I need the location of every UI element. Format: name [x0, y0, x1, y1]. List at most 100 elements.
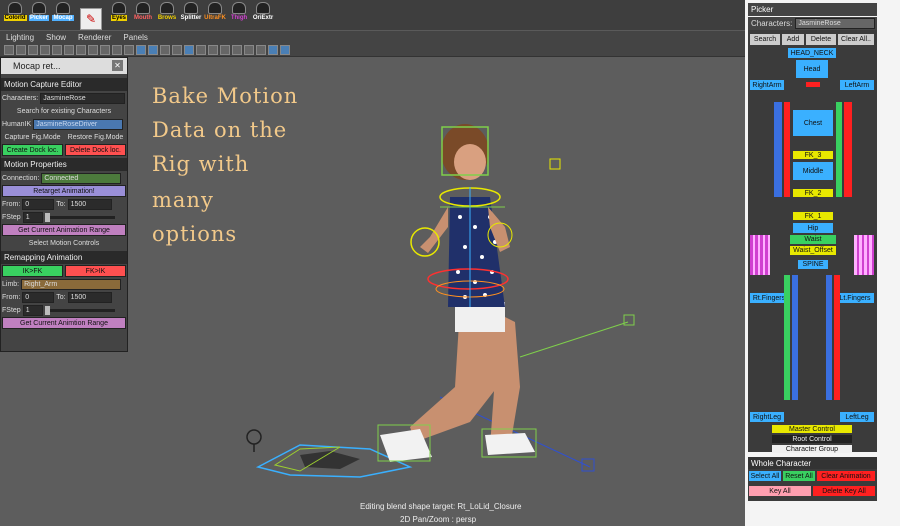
toolbar-icon[interactable]	[148, 44, 158, 55]
shelf-mocap-button[interactable]: Mocap	[52, 2, 74, 30]
ik-to-fk-button[interactable]: IK>FK	[2, 265, 63, 277]
create-dock-button[interactable]: Create Dock loc.	[2, 144, 63, 156]
shelf-ultrafk-button[interactable]: UltraFK	[204, 2, 226, 30]
toolbar-icon[interactable]	[16, 44, 26, 55]
toolbar-icon[interactable]	[52, 44, 62, 55]
toolbar-icon[interactable]	[28, 44, 38, 55]
picker-left-arm-fk[interactable]	[844, 102, 852, 197]
shelf-oriextr-button[interactable]: OriExtr	[252, 2, 274, 30]
toolbar-icon[interactable]	[112, 44, 122, 55]
picker-waist-offset-button[interactable]: Waist_Offset	[790, 246, 836, 255]
toolbar-icon[interactable]	[136, 44, 146, 55]
picker-head-button[interactable]: Head	[796, 60, 828, 78]
picker-left-leg-ik[interactable]	[834, 275, 840, 400]
toolbar-icon[interactable]	[88, 44, 98, 55]
picker-head-neck-button[interactable]: HEAD_NECK	[788, 48, 836, 58]
delete-key-all-button[interactable]: Delete Key All	[813, 486, 875, 496]
toolbar-icon[interactable]	[244, 44, 254, 55]
picker-fk2-button[interactable]: FK_2	[793, 189, 833, 197]
menu-show[interactable]: Show	[46, 33, 66, 42]
picker-hip-button[interactable]: Hip	[793, 223, 833, 233]
to-field[interactable]: 1500	[67, 198, 112, 210]
picker-clear-all-button[interactable]: Clear All..	[838, 34, 874, 45]
picker-middle-button[interactable]: Middle	[793, 162, 833, 180]
picker-fk1-button[interactable]: FK_1	[793, 212, 833, 220]
connection-dropdown[interactable]: Connected	[41, 172, 122, 184]
shelf-mouth-button[interactable]: Mouth	[132, 2, 154, 30]
toolbar-icon[interactable]	[232, 44, 242, 55]
toolbar-icon[interactable]	[76, 44, 86, 55]
picker-chest-button[interactable]: Chest	[793, 110, 833, 136]
humanik-field[interactable]: JasmineRoseDriver	[33, 118, 124, 130]
reset-all-button[interactable]: Reset All	[783, 471, 815, 481]
toolbar-icon[interactable]	[220, 44, 230, 55]
picker-root-control-button[interactable]: Root Control	[772, 435, 852, 443]
toolbar-icon[interactable]	[40, 44, 50, 55]
picker-delete-button[interactable]: Delete	[806, 34, 836, 45]
fstep-slider-handle-2[interactable]	[44, 305, 50, 315]
fk-to-ik-button[interactable]: FK>IK	[65, 265, 126, 277]
shelf-coloring-button[interactable]: ColorId	[3, 2, 27, 30]
menu-lighting[interactable]: Lighting	[6, 33, 34, 42]
picker-right-arm-ik[interactable]	[784, 102, 790, 197]
picker-left-arm-ik[interactable]	[836, 102, 842, 197]
toolbar-icon[interactable]	[4, 44, 14, 55]
fstep-slider-2[interactable]	[44, 305, 115, 315]
toolbar-icon[interactable]	[196, 44, 206, 55]
picker-master-control-button[interactable]: Master Control	[772, 425, 852, 433]
picker-left-fingers-grid[interactable]	[854, 235, 874, 275]
picker-spine-button[interactable]: SPINE	[798, 260, 828, 269]
picker-add-button[interactable]: Add	[782, 34, 804, 45]
tool-icon[interactable]: ✎	[80, 8, 102, 30]
restore-fig-mode-button[interactable]: Restore Fig.Mode	[65, 131, 126, 143]
get-animation-range-button-2[interactable]: Get Current Animtion Range	[2, 317, 126, 329]
delete-dock-button[interactable]: Delete Dock loc.	[65, 144, 126, 156]
toolbar-icon[interactable]	[208, 44, 218, 55]
picker-waist-button[interactable]: Waist	[790, 235, 836, 244]
toolbar-icon[interactable]	[124, 44, 134, 55]
toolbar-icon[interactable]	[268, 44, 278, 55]
toolbar-icon[interactable]	[280, 44, 290, 55]
toolbar-icon[interactable]	[184, 44, 194, 55]
toolbar-icon[interactable]	[160, 44, 170, 55]
shelf-picker-button[interactable]: Picker	[28, 2, 50, 30]
clear-animation-button[interactable]: Clear Animation	[817, 471, 875, 481]
picker-right-leg-fk[interactable]	[792, 275, 798, 400]
limb-dropdown[interactable]: Right_Arm	[21, 278, 122, 290]
shelf-splitter-button[interactable]: Splitter	[180, 2, 202, 30]
to-field-2[interactable]: 1500	[67, 291, 112, 303]
picker-right-arm-button[interactable]: RightArm	[750, 80, 784, 90]
picker-search-button[interactable]: Search	[750, 34, 780, 45]
picker-characters-dropdown[interactable]: JasmineRose	[795, 18, 876, 29]
characters-dropdown[interactable]: JasmineRose	[40, 92, 126, 104]
picker-right-fingers-button[interactable]: Rt.Fingers	[750, 293, 788, 303]
picker-character-group-button[interactable]: Character Group	[772, 445, 852, 453]
picker-right-leg-button[interactable]: RightLeg	[750, 412, 784, 422]
get-animation-range-button[interactable]: Get Current Animation Range	[2, 224, 126, 236]
fstep-slider-handle[interactable]	[44, 212, 50, 222]
search-characters-button[interactable]: Search for existing Characters	[2, 105, 126, 117]
toolbar-icon[interactable]	[64, 44, 74, 55]
picker-left-arm-button[interactable]: LeftArm	[840, 80, 874, 90]
from-field[interactable]: 0	[22, 198, 55, 210]
toolbar-icon[interactable]	[172, 44, 182, 55]
picker-right-arm-fk[interactable]	[774, 102, 782, 197]
key-all-button[interactable]: Key All	[749, 486, 811, 496]
retarget-animation-button[interactable]: Retarget Animation!	[2, 185, 126, 197]
close-icon[interactable]: ✕	[112, 60, 123, 71]
menu-panels[interactable]: Panels	[123, 33, 147, 42]
picker-right-fingers-grid[interactable]	[750, 235, 770, 275]
picker-right-leg-ik[interactable]	[784, 275, 790, 400]
shelf-brows-button[interactable]: Brows	[156, 2, 178, 30]
shelf-thigh-button[interactable]: Thigh	[228, 2, 250, 30]
fstep-field[interactable]: 1	[22, 211, 43, 223]
select-all-button[interactable]: Select All	[749, 471, 781, 481]
picker-left-leg-button[interactable]: LeftLeg	[840, 412, 874, 422]
fstep-slider[interactable]	[44, 212, 115, 222]
picker-neck-control[interactable]	[806, 82, 820, 87]
picker-left-fingers-button[interactable]: Lt.Fingers	[836, 293, 874, 303]
mocap-window-titlebar[interactable]: Mocap ret... ✕	[1, 58, 127, 74]
shelf-eyes-button[interactable]: Eyes	[108, 2, 130, 30]
fstep-field-2[interactable]: 1	[22, 304, 43, 316]
toolbar-icon[interactable]	[256, 44, 266, 55]
